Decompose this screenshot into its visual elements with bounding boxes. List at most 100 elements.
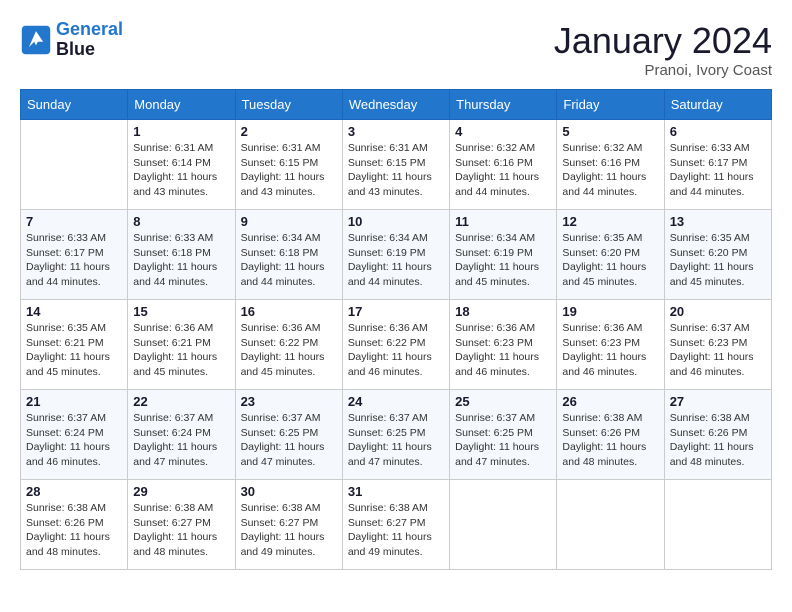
day-info: Sunrise: 6:36 AM Sunset: 6:22 PM Dayligh… bbox=[348, 321, 444, 380]
week-row-1: 1 Sunrise: 6:31 AM Sunset: 6:14 PM Daylig… bbox=[21, 120, 772, 210]
calendar-cell: 28Sunrise: 6:38 AM Sunset: 6:26 PM Dayli… bbox=[21, 480, 128, 570]
day-info: Sunrise: 6:34 AM Sunset: 6:18 PM Dayligh… bbox=[241, 231, 337, 290]
day-number: 20 bbox=[670, 304, 766, 319]
logo-text: GeneralBlue bbox=[56, 20, 123, 60]
day-info: Sunrise: 6:35 AM Sunset: 6:20 PM Dayligh… bbox=[670, 231, 766, 290]
day-info: Sunrise: 6:37 AM Sunset: 6:24 PM Dayligh… bbox=[26, 411, 122, 470]
day-number: 24 bbox=[348, 394, 444, 409]
calendar-cell: 19Sunrise: 6:36 AM Sunset: 6:23 PM Dayli… bbox=[557, 300, 664, 390]
day-number: 6 bbox=[670, 124, 766, 139]
day-info: Sunrise: 6:38 AM Sunset: 6:27 PM Dayligh… bbox=[133, 501, 229, 560]
day-number: 4 bbox=[455, 124, 551, 139]
weekday-header-sunday: Sunday bbox=[21, 90, 128, 120]
day-number: 16 bbox=[241, 304, 337, 319]
calendar-cell: 18 Sunrise: 6:36 AM Sunset: 6:23 PM Dayli… bbox=[450, 300, 557, 390]
calendar-cell: 6Sunrise: 6:33 AM Sunset: 6:17 PM Daylig… bbox=[664, 120, 771, 210]
day-number: 2 bbox=[241, 124, 337, 139]
calendar-cell: 21 Sunrise: 6:37 AM Sunset: 6:24 PM Dayli… bbox=[21, 390, 128, 480]
day-info: Sunrise: 6:31 AM Sunset: 6:14 PM Dayligh… bbox=[133, 141, 229, 200]
calendar-cell: 24 Sunrise: 6:37 AM Sunset: 6:25 PM Dayli… bbox=[342, 390, 449, 480]
day-number: 23 bbox=[241, 394, 337, 409]
calendar-cell: 13 Sunrise: 6:35 AM Sunset: 6:20 PM Dayli… bbox=[664, 210, 771, 300]
day-number: 31 bbox=[348, 484, 444, 499]
day-info: Sunrise: 6:36 AM Sunset: 6:23 PM Dayligh… bbox=[455, 321, 551, 380]
day-info: Sunrise: 6:35 AM Sunset: 6:20 PM Dayligh… bbox=[562, 231, 658, 290]
calendar-cell: 29 Sunrise: 6:38 AM Sunset: 6:27 PM Dayli… bbox=[128, 480, 235, 570]
day-info: Sunrise: 6:38 AM Sunset: 6:26 PM Dayligh… bbox=[26, 501, 122, 560]
day-number: 29 bbox=[133, 484, 229, 499]
day-info: Sunrise: 6:36 AM Sunset: 6:23 PM Dayligh… bbox=[562, 321, 658, 380]
day-info: Sunrise: 6:31 AM Sunset: 6:15 PM Dayligh… bbox=[348, 141, 444, 200]
week-row-3: 14 Sunrise: 6:35 AM Sunset: 6:21 PM Dayli… bbox=[21, 300, 772, 390]
weekday-header-friday: Friday bbox=[557, 90, 664, 120]
day-number: 11 bbox=[455, 214, 551, 229]
weekday-header-tuesday: Tuesday bbox=[235, 90, 342, 120]
calendar-cell: 5Sunrise: 6:32 AM Sunset: 6:16 PM Daylig… bbox=[557, 120, 664, 210]
logo: GeneralBlue bbox=[20, 20, 123, 60]
weekday-header-saturday: Saturday bbox=[664, 90, 771, 120]
day-info: Sunrise: 6:37 AM Sunset: 6:25 PM Dayligh… bbox=[348, 411, 444, 470]
logo-icon bbox=[20, 24, 52, 56]
day-info: Sunrise: 6:34 AM Sunset: 6:19 PM Dayligh… bbox=[348, 231, 444, 290]
day-info: Sunrise: 6:31 AM Sunset: 6:15 PM Dayligh… bbox=[241, 141, 337, 200]
calendar-cell: 27 Sunrise: 6:38 AM Sunset: 6:26 PM Dayli… bbox=[664, 390, 771, 480]
day-number: 1 bbox=[133, 124, 229, 139]
day-number: 18 bbox=[455, 304, 551, 319]
day-info: Sunrise: 6:35 AM Sunset: 6:21 PM Dayligh… bbox=[26, 321, 122, 380]
location-title: Pranoi, Ivory Coast bbox=[554, 62, 772, 79]
calendar-cell: 31Sunrise: 6:38 AM Sunset: 6:27 PM Dayli… bbox=[342, 480, 449, 570]
calendar-cell bbox=[450, 480, 557, 570]
calendar-cell: 16 Sunrise: 6:36 AM Sunset: 6:22 PM Dayli… bbox=[235, 300, 342, 390]
day-info: Sunrise: 6:37 AM Sunset: 6:23 PM Dayligh… bbox=[670, 321, 766, 380]
day-number: 25 bbox=[455, 394, 551, 409]
week-row-5: 28Sunrise: 6:38 AM Sunset: 6:26 PM Dayli… bbox=[21, 480, 772, 570]
title-block: January 2024 Pranoi, Ivory Coast bbox=[554, 20, 772, 79]
weekday-header-monday: Monday bbox=[128, 90, 235, 120]
calendar-cell: 4 Sunrise: 6:32 AM Sunset: 6:16 PM Daylig… bbox=[450, 120, 557, 210]
calendar-cell: 8 Sunrise: 6:33 AM Sunset: 6:18 PM Daylig… bbox=[128, 210, 235, 300]
calendar-cell: 7Sunrise: 6:33 AM Sunset: 6:17 PM Daylig… bbox=[21, 210, 128, 300]
day-number: 9 bbox=[241, 214, 337, 229]
calendar-cell: 20 Sunrise: 6:37 AM Sunset: 6:23 PM Dayli… bbox=[664, 300, 771, 390]
week-row-2: 7Sunrise: 6:33 AM Sunset: 6:17 PM Daylig… bbox=[21, 210, 772, 300]
page-header: GeneralBlue January 2024 Pranoi, Ivory C… bbox=[20, 20, 772, 79]
day-number: 27 bbox=[670, 394, 766, 409]
day-number: 26 bbox=[562, 394, 658, 409]
calendar-cell: 25 Sunrise: 6:37 AM Sunset: 6:25 PM Dayli… bbox=[450, 390, 557, 480]
calendar-cell: 10 Sunrise: 6:34 AM Sunset: 6:19 PM Dayli… bbox=[342, 210, 449, 300]
calendar-cell: 30Sunrise: 6:38 AM Sunset: 6:27 PM Dayli… bbox=[235, 480, 342, 570]
day-info: Sunrise: 6:37 AM Sunset: 6:24 PM Dayligh… bbox=[133, 411, 229, 470]
calendar-cell: 26Sunrise: 6:38 AM Sunset: 6:26 PM Dayli… bbox=[557, 390, 664, 480]
calendar-cell: 12 Sunrise: 6:35 AM Sunset: 6:20 PM Dayli… bbox=[557, 210, 664, 300]
calendar-cell bbox=[21, 120, 128, 210]
day-number: 14 bbox=[26, 304, 122, 319]
day-info: Sunrise: 6:32 AM Sunset: 6:16 PM Dayligh… bbox=[562, 141, 658, 200]
day-number: 21 bbox=[26, 394, 122, 409]
weekday-header-wednesday: Wednesday bbox=[342, 90, 449, 120]
calendar-cell: 11 Sunrise: 6:34 AM Sunset: 6:19 PM Dayli… bbox=[450, 210, 557, 300]
day-number: 12 bbox=[562, 214, 658, 229]
day-info: Sunrise: 6:38 AM Sunset: 6:26 PM Dayligh… bbox=[670, 411, 766, 470]
day-number: 15 bbox=[133, 304, 229, 319]
week-row-4: 21 Sunrise: 6:37 AM Sunset: 6:24 PM Dayli… bbox=[21, 390, 772, 480]
day-number: 8 bbox=[133, 214, 229, 229]
calendar-cell: 14 Sunrise: 6:35 AM Sunset: 6:21 PM Dayli… bbox=[21, 300, 128, 390]
day-number: 10 bbox=[348, 214, 444, 229]
weekday-header-row: SundayMondayTuesdayWednesdayThursdayFrid… bbox=[21, 90, 772, 120]
calendar-table: SundayMondayTuesdayWednesdayThursdayFrid… bbox=[20, 89, 772, 570]
day-info: Sunrise: 6:33 AM Sunset: 6:17 PM Dayligh… bbox=[26, 231, 122, 290]
calendar-cell: 17 Sunrise: 6:36 AM Sunset: 6:22 PM Dayli… bbox=[342, 300, 449, 390]
day-number: 13 bbox=[670, 214, 766, 229]
day-info: Sunrise: 6:37 AM Sunset: 6:25 PM Dayligh… bbox=[241, 411, 337, 470]
day-number: 17 bbox=[348, 304, 444, 319]
day-info: Sunrise: 6:36 AM Sunset: 6:21 PM Dayligh… bbox=[133, 321, 229, 380]
day-number: 22 bbox=[133, 394, 229, 409]
day-info: Sunrise: 6:34 AM Sunset: 6:19 PM Dayligh… bbox=[455, 231, 551, 290]
day-info: Sunrise: 6:36 AM Sunset: 6:22 PM Dayligh… bbox=[241, 321, 337, 380]
calendar-cell: 3Sunrise: 6:31 AM Sunset: 6:15 PM Daylig… bbox=[342, 120, 449, 210]
day-info: Sunrise: 6:37 AM Sunset: 6:25 PM Dayligh… bbox=[455, 411, 551, 470]
calendar-cell: 9 Sunrise: 6:34 AM Sunset: 6:18 PM Daylig… bbox=[235, 210, 342, 300]
calendar-cell: 15 Sunrise: 6:36 AM Sunset: 6:21 PM Dayli… bbox=[128, 300, 235, 390]
day-info: Sunrise: 6:32 AM Sunset: 6:16 PM Dayligh… bbox=[455, 141, 551, 200]
day-info: Sunrise: 6:33 AM Sunset: 6:18 PM Dayligh… bbox=[133, 231, 229, 290]
